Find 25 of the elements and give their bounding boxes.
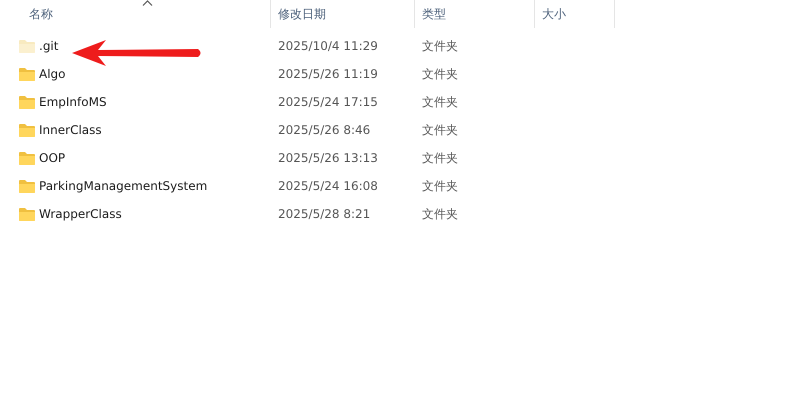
file-name[interactable]: EmpInfoMS (39, 95, 107, 109)
modified-date: 2025/5/24 17:15 (278, 95, 378, 109)
modified-date: 2025/5/26 13:13 (278, 151, 378, 165)
file-name[interactable]: OOP (39, 151, 66, 165)
column-header[interactable]: 修改日期 (271, 0, 415, 28)
item-type: 文件夹 (422, 178, 458, 194)
modified-date: 2025/10/4 11:29 (278, 39, 378, 53)
column-header[interactable]: 大小 (535, 0, 615, 28)
file-name[interactable]: ParkingManagementSystem (39, 179, 208, 193)
file-name[interactable]: Algo (39, 67, 66, 81)
file-name[interactable]: WrapperClass (39, 207, 122, 221)
item-type: 文件夹 (422, 66, 458, 82)
file-name[interactable]: InnerClass (39, 123, 102, 137)
item-type: 文件夹 (422, 150, 458, 166)
item-type: 文件夹 (422, 122, 458, 138)
item-type: 文件夹 (422, 206, 458, 222)
modified-date: 2025/5/26 8:46 (278, 123, 370, 137)
column-header[interactable]: 类型 (415, 0, 535, 28)
modified-date: 2025/5/24 16:08 (278, 179, 378, 193)
item-type: 文件夹 (422, 94, 458, 110)
modified-date: 2025/5/28 8:21 (278, 207, 370, 221)
modified-date: 2025/5/26 11:19 (278, 67, 378, 81)
file-name[interactable]: .git (39, 39, 58, 53)
column-header[interactable]: 名称 (0, 0, 271, 28)
item-type: 文件夹 (422, 38, 458, 54)
